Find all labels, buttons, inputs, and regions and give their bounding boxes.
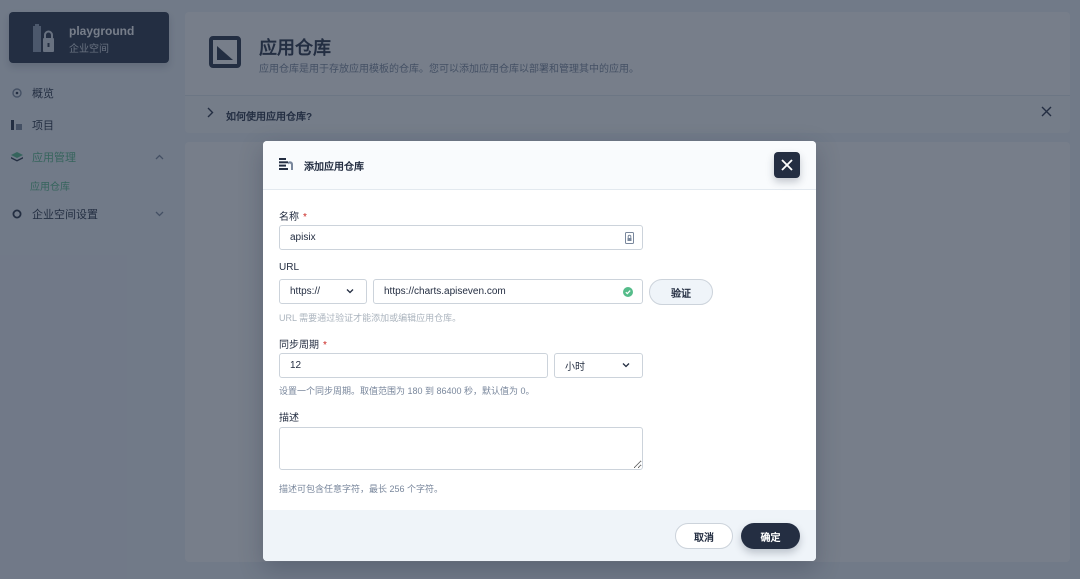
close-icon (781, 159, 793, 171)
dialog-close-button[interactable] (774, 152, 800, 178)
dialog-header: 添加应用仓库 (263, 141, 816, 190)
url-hint: URL 需要通过验证才能添加或编辑应用仓库。 (279, 313, 462, 323)
cancel-button[interactable]: 取消 (675, 523, 733, 549)
name-input-value: apisix (290, 232, 316, 243)
chevron-down-icon (346, 289, 354, 294)
dialog-title: 添加应用仓库 (304, 162, 364, 173)
sync-unit-select[interactable]: 小时 (554, 353, 643, 378)
add-repository-dialog: 添加应用仓库 名称 * apisix URL https:// https://c… (263, 141, 816, 561)
sync-period-input[interactable]: 12 (279, 353, 548, 378)
protocol-select[interactable]: https:// (279, 279, 367, 304)
url-input-value: https://charts.apiseven.com (384, 286, 506, 297)
name-label-text: 名称 (279, 212, 299, 223)
description-hint: 描述可包含任意字符，最长 256 个字符。 (279, 484, 444, 494)
description-label: 描述 (279, 413, 299, 424)
url-label: URL (279, 262, 300, 273)
chevron-down-icon (622, 363, 630, 368)
confirm-button[interactable]: 确定 (741, 523, 800, 549)
sync-period-label-text: 同步周期 (279, 340, 319, 351)
description-textarea[interactable] (279, 427, 643, 470)
protocol-select-value: https:// (290, 286, 321, 297)
validated-check-icon (623, 287, 633, 297)
required-mark: * (323, 340, 327, 351)
sync-period-label: 同步周期 * (279, 336, 327, 351)
url-input[interactable]: https://charts.apiseven.com (373, 279, 643, 304)
name-label: 名称 * (279, 208, 307, 223)
repository-icon (279, 158, 293, 170)
sync-period-hint: 设置一个同步周期。取值范围为 180 到 86400 秒，默认值为 0。 (279, 386, 535, 396)
password-manager-icon (625, 232, 634, 244)
dialog-footer: 取消 确定 (263, 510, 816, 561)
sync-unit-value: 小时 (565, 362, 585, 373)
name-input[interactable]: apisix (279, 225, 643, 250)
verify-button[interactable]: 验证 (649, 279, 713, 305)
sync-period-value: 12 (290, 360, 302, 371)
required-mark: * (303, 212, 307, 223)
